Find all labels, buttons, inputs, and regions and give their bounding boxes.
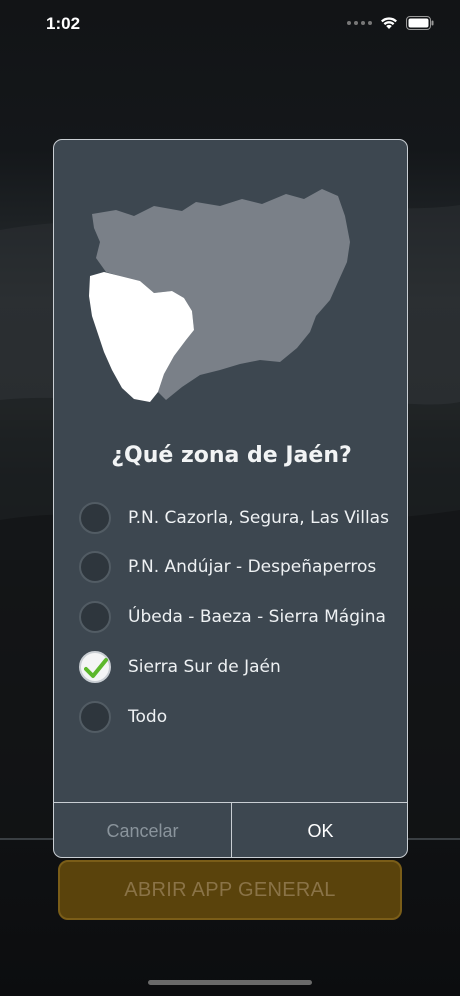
radio-button[interactable] (79, 601, 111, 633)
option-label: P.N. Cazorla, Segura, Las Villas (128, 508, 389, 528)
dialog-footer: Cancelar OK (54, 802, 407, 857)
ok-button[interactable]: OK (232, 803, 407, 857)
battery-icon (406, 16, 434, 30)
dialog-title: ¿Qué zona de Jaén? (111, 443, 352, 468)
option-label: Úbeda - Baeza - Sierra Mágina (128, 607, 386, 627)
radio-button-checked[interactable] (79, 651, 111, 683)
option-sierra-sur[interactable]: Sierra Sur de Jaén (79, 647, 399, 687)
cancel-button[interactable]: Cancelar (54, 803, 232, 857)
wifi-icon (381, 17, 397, 29)
radio-button[interactable] (79, 502, 111, 534)
jaen-map (54, 140, 407, 430)
option-todo[interactable]: Todo (79, 697, 399, 737)
option-label: P.N. Andújar - Despeñaperros (128, 557, 377, 577)
option-cazorla[interactable]: P.N. Cazorla, Segura, Las Villas (79, 498, 399, 538)
option-ubeda[interactable]: Úbeda - Baeza - Sierra Mágina (79, 597, 399, 637)
radio-button[interactable] (79, 551, 111, 583)
home-indicator (148, 980, 312, 985)
status-bar: 1:02 (0, 0, 460, 50)
radio-button[interactable] (79, 701, 111, 733)
option-label: Todo (128, 707, 168, 727)
signal-dots-icon (347, 21, 372, 25)
open-general-app-button[interactable]: ABRIR APP GENERAL (58, 860, 402, 920)
checkmark-icon (84, 658, 108, 678)
option-andujar[interactable]: P.N. Andújar - Despeñaperros (79, 547, 399, 587)
status-time: 1:02 (46, 14, 81, 33)
screen: 1:02 ABRIR APP GENERAL ¿Qué zona de Jaén… (0, 0, 460, 996)
status-icons (347, 16, 434, 30)
zone-selection-dialog: ¿Qué zona de Jaén? P.N. Cazorla, Segura,… (53, 139, 408, 858)
option-label: Sierra Sur de Jaén (128, 657, 281, 677)
